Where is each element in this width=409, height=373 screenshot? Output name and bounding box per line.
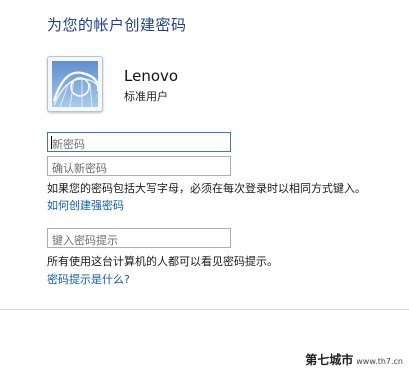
confirm-password-input[interactable]: 确认新密码 bbox=[47, 156, 231, 176]
user-account-type: 标准用户 bbox=[124, 90, 168, 103]
watermark-url: www.th7.cn bbox=[356, 357, 403, 366]
text-caret bbox=[51, 136, 52, 149]
user-avatar bbox=[47, 56, 103, 112]
case-sensitive-note: 如果您的密码包括大写字母，必须在每次登录时以相同方式键入。 bbox=[47, 182, 366, 195]
site-watermark: 第七城市 www.th7.cn bbox=[305, 351, 403, 368]
password-hint-input[interactable]: 键入密码提示 bbox=[47, 228, 231, 248]
what-is-hint-link[interactable]: 密码提示是什么? bbox=[47, 271, 130, 287]
page-title: 为您的帐户创建密码 bbox=[47, 16, 187, 34]
strong-password-link[interactable]: 如何创建强密码 bbox=[47, 197, 124, 213]
new-password-input[interactable]: 新密码 bbox=[47, 132, 231, 152]
confirm-password-placeholder: 确认新密码 bbox=[52, 162, 107, 175]
roller-coaster-avatar-icon bbox=[52, 61, 98, 107]
user-name: Lenovo bbox=[124, 67, 179, 85]
hint-visibility-note: 所有使用这台计算机的人都可以看见密码提示。 bbox=[47, 255, 278, 268]
password-hint-placeholder: 键入密码提示 bbox=[52, 234, 118, 247]
new-password-placeholder: 新密码 bbox=[52, 138, 85, 151]
watermark-brand: 第七城市 bbox=[305, 353, 354, 367]
section-divider bbox=[0, 309, 409, 310]
